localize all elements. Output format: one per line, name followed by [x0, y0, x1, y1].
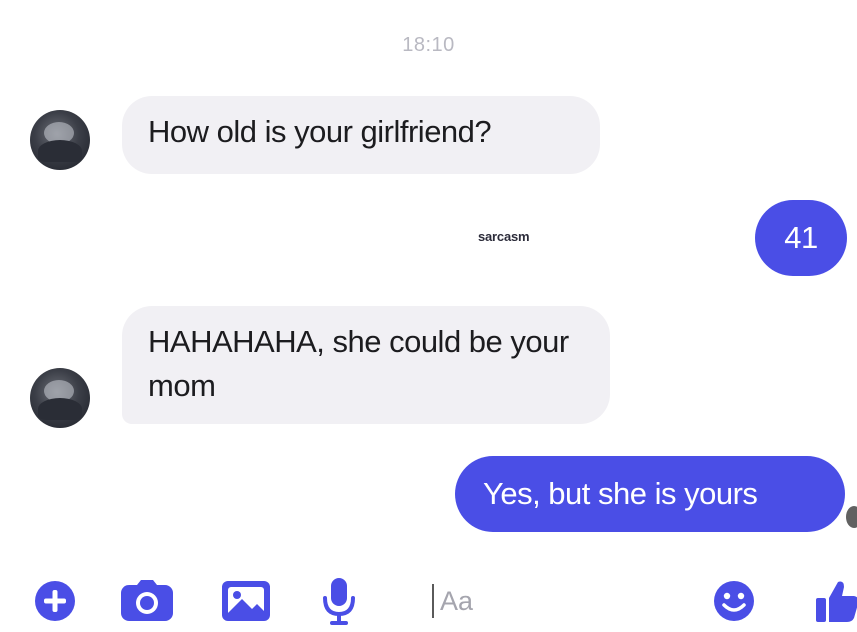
camera-icon[interactable] [118, 578, 176, 624]
plus-circle-icon[interactable] [32, 578, 78, 624]
message-timestamp: 18:10 [402, 34, 455, 56]
image-icon[interactable] [218, 578, 274, 624]
message-input-placeholder: Aa [440, 586, 474, 616]
read-receipt-avatar [846, 506, 857, 528]
thumbs-up-icon[interactable] [812, 578, 857, 624]
message-composer: Aa [0, 570, 857, 632]
incoming-message-bubble[interactable]: HAHAHAHA, she could be your mom [122, 306, 610, 424]
contact-avatar[interactable] [30, 368, 90, 428]
caption-label: sarcasm [478, 229, 530, 244]
microphone-icon[interactable] [318, 578, 360, 625]
text-caret [432, 584, 434, 618]
contact-avatar[interactable] [30, 110, 90, 170]
outgoing-message-bubble[interactable]: 41 [755, 200, 847, 276]
incoming-message-bubble[interactable]: How old is your girlfriend? [122, 96, 600, 174]
chat-screen: 18:10 How old is your girlfriend? sarcas… [0, 0, 857, 632]
outgoing-message-bubble[interactable]: Yes, but she is yours [455, 456, 845, 532]
emoji-icon[interactable] [710, 578, 758, 624]
